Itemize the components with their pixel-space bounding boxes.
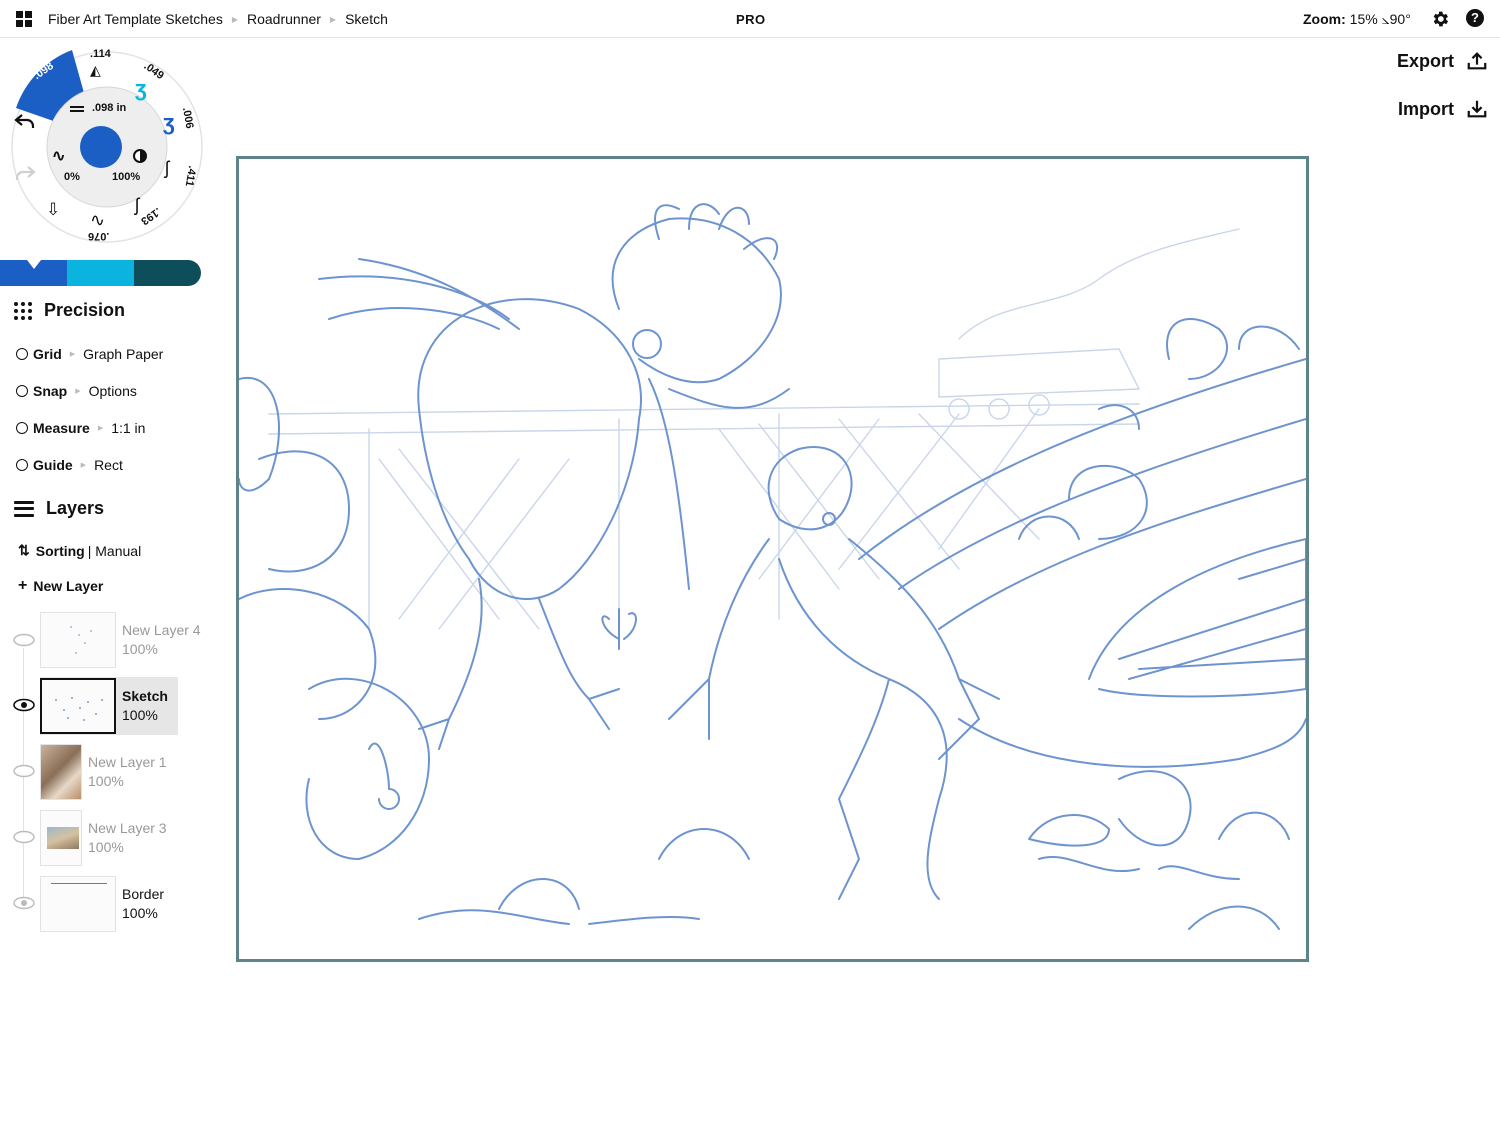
layers-header[interactable]: Layers — [14, 498, 104, 519]
chevron-right-icon: ▶ — [75, 388, 81, 395]
layer-name: New Layer 4 — [122, 622, 201, 638]
color-swatch-blue[interactable] — [0, 260, 67, 286]
preset-size-1[interactable]: .114 — [90, 48, 111, 60]
color-swatch-teal[interactable] — [134, 260, 201, 286]
chevron-right-icon: ▶ — [80, 462, 87, 469]
zoom-readout[interactable]: Zoom: 15% ⦣90° — [1303, 11, 1411, 28]
breadcrumb-drawing[interactable]: Roadrunner — [247, 11, 321, 27]
precision-title: Precision — [44, 300, 126, 320]
opacity-max: 100% — [112, 171, 141, 183]
opacity-min: 0% — [64, 171, 80, 183]
chevron-right-icon: ▶ — [69, 351, 76, 358]
sorting-control[interactable]: ⇅ Sorting | Manual — [18, 542, 141, 559]
gear-icon[interactable] — [1430, 9, 1450, 29]
precision-grid-icon — [14, 301, 32, 320]
eye-hidden-icon[interactable] — [13, 830, 35, 844]
rotation-value: ⦣90° — [1381, 11, 1411, 27]
layer-name: Sketch — [122, 688, 168, 704]
layer-name: New Layer 1 — [88, 754, 167, 770]
size-readout: .098 in — [92, 102, 127, 114]
breadcrumb: Fiber Art Template Sketches ▶ Roadrunner… — [48, 11, 388, 27]
brush-stroke-teal-icon: ʒ — [135, 76, 147, 101]
precision-row-guide[interactable]: Guide ▶ Rect — [16, 457, 123, 473]
preset-size-6[interactable]: .076 — [88, 230, 109, 242]
pencil-tool-icon[interactable]: ◭ — [90, 62, 101, 79]
import-label: Import — [1398, 98, 1454, 119]
redo-icon[interactable] — [14, 164, 36, 182]
layer-name: New Layer 3 — [88, 820, 167, 836]
radio-icon[interactable] — [16, 459, 28, 471]
layer-item[interactable]: New Layer 1 100% — [40, 743, 167, 801]
brush-stroke-black-icon: ʃ — [135, 195, 139, 215]
radio-icon[interactable] — [16, 422, 28, 434]
sort-arrows-icon: ⇅ — [18, 542, 30, 558]
layer-thumbnail — [40, 876, 116, 932]
brush-stroke-black-icon: ∿ — [90, 210, 106, 230]
brush-stroke-black-icon: ʃ — [165, 158, 169, 178]
top-bar: Fiber Art Template Sketches ▶ Roadrunner… — [0, 0, 1500, 38]
radio-icon[interactable] — [16, 348, 28, 360]
layer-opacity: 100% — [122, 905, 158, 921]
layer-item[interactable]: Border 100% — [40, 875, 164, 933]
zoom-label: Zoom: — [1303, 11, 1346, 27]
chevron-right-icon: ▶ — [97, 425, 104, 432]
layer-opacity: 100% — [88, 773, 124, 789]
layer-thumbnail-image — [47, 827, 79, 849]
precision-row-grid[interactable]: Grid ▶ Graph Paper — [16, 346, 163, 362]
layer-opacity: 100% — [88, 839, 124, 855]
breadcrumb-gallery[interactable]: Fiber Art Template Sketches — [48, 11, 223, 27]
smoothing-icon[interactable]: ∿ — [52, 146, 65, 166]
tool-wheel[interactable]: .098 .098 in 0% 100% ∿ .114 .049 .006 .4… — [0, 40, 215, 255]
sketch-artwork — [239, 203, 1306, 930]
breadcrumb-layer[interactable]: Sketch — [345, 11, 388, 27]
precision-row-measure[interactable]: Measure ▶ 1:1 in — [16, 420, 145, 436]
size-bars-icon — [70, 106, 84, 112]
precision-row-snap[interactable]: Snap ▶ Options — [16, 383, 137, 399]
eraser-tool-icon[interactable]: ⇩ — [46, 200, 60, 220]
eye-hidden-icon[interactable] — [13, 764, 35, 778]
layer-item-active[interactable]: Sketch 100% — [40, 677, 178, 735]
sorting-label: Sorting — [35, 542, 85, 559]
upload-icon — [1467, 52, 1487, 70]
selected-marker-icon — [27, 260, 41, 269]
opacity-contrast-icon[interactable] — [133, 149, 147, 163]
eye-visible-icon[interactable] — [13, 896, 35, 910]
plus-icon: + — [18, 577, 28, 594]
layer-thumbnail — [40, 678, 116, 734]
active-color-dot[interactable] — [80, 126, 122, 168]
export-button[interactable]: Export — [1397, 50, 1488, 72]
sorting-value: | Manual — [87, 542, 142, 559]
color-swatch-cyan[interactable] — [67, 260, 134, 286]
export-label: Export — [1396, 50, 1454, 71]
layer-item[interactable]: New Layer 4 100% — [40, 611, 201, 669]
pro-badge[interactable]: PRO — [736, 12, 766, 27]
radio-icon[interactable] — [16, 385, 28, 397]
layer-thumbnail — [40, 810, 82, 866]
layer-name: Border — [122, 886, 165, 902]
zoom-value: 15% — [1349, 11, 1378, 27]
import-button[interactable]: Import — [1398, 98, 1488, 120]
download-icon — [1467, 100, 1487, 118]
eye-visible-icon[interactable] — [13, 698, 35, 712]
drawing-canvas[interactable] — [236, 156, 1309, 962]
undo-icon[interactable] — [14, 112, 36, 130]
layer-thumbnail — [40, 612, 116, 668]
layer-opacity: 100% — [122, 641, 158, 657]
help-icon[interactable]: ? — [1466, 9, 1484, 27]
chevron-right-icon: ▶ — [231, 14, 238, 24]
layers-title: Layers — [46, 498, 105, 518]
new-layer-label: New Layer — [33, 578, 104, 594]
color-strip — [0, 260, 201, 286]
brush-stroke-blue-icon: ʒ — [163, 110, 175, 135]
chevron-right-icon: ▶ — [329, 14, 337, 24]
layer-item[interactable]: New Layer 3 100% — [40, 809, 167, 867]
layer-thumbnail — [40, 744, 82, 800]
layer-opacity: 100% — [122, 707, 158, 723]
precision-header[interactable]: Precision — [14, 300, 125, 321]
eye-hidden-icon[interactable] — [13, 633, 35, 647]
layers-stack-icon — [14, 500, 34, 517]
layer-thumbnail-border-line — [51, 883, 107, 884]
new-layer-button[interactable]: + New Layer — [18, 577, 103, 595]
gallery-grid-icon[interactable] — [16, 11, 32, 27]
